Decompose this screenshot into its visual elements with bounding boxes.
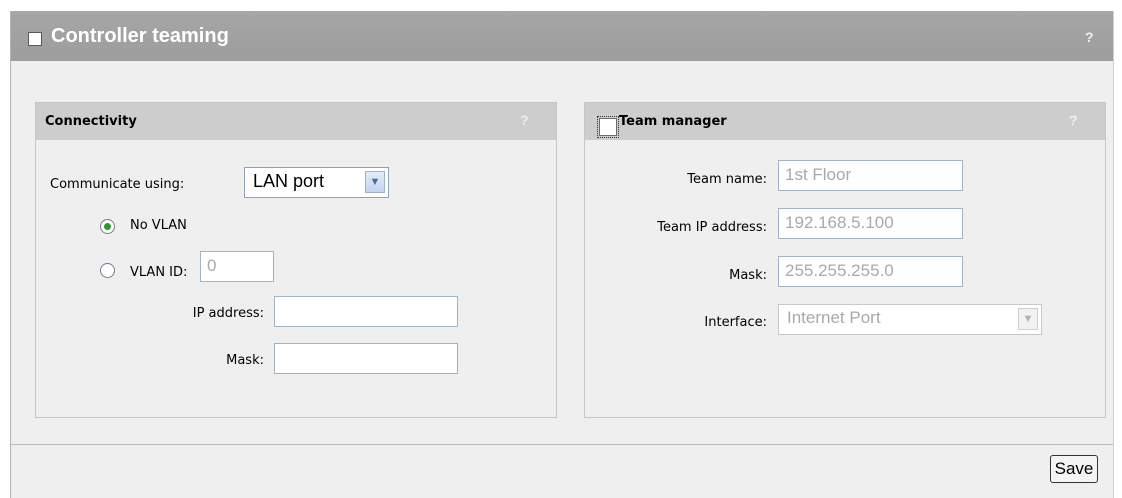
team-manager-help-icon[interactable]: ? [1069, 112, 1078, 128]
mask-label: Mask: [226, 353, 264, 368]
no-vlan-radio[interactable] [100, 219, 115, 234]
team-ip-address-input[interactable]: 192.168.5.100 [778, 208, 963, 239]
vlan-id-input[interactable]: 0 [200, 251, 274, 282]
team-name-input[interactable]: 1st Floor [778, 160, 963, 191]
team-manager-panel-title: Team manager [619, 114, 727, 129]
communicate-using-label: Communicate using: [50, 177, 185, 192]
ip-address-label: IP address: [192, 306, 264, 321]
team-manager-panel: Team manager ? Team name: 1st Floor Team… [584, 102, 1106, 418]
team-ip-address-label: Team IP address: [657, 220, 767, 235]
team-mask-input[interactable]: 255.255.255.0 [778, 256, 963, 287]
connectivity-panel-title: Connectivity [45, 114, 137, 129]
chevron-down-icon[interactable]: ▼ [1018, 308, 1038, 330]
ip-address-input[interactable] [274, 296, 458, 327]
interface-label: Interface: [704, 315, 767, 330]
chevron-down-icon[interactable]: ▼ [365, 171, 385, 193]
section-footer: Save [11, 445, 1113, 498]
section-title: Controller teaming [51, 25, 229, 47]
section-content: Connectivity ? Communicate using: LAN po… [11, 61, 1113, 445]
save-button[interactable]: Save [1050, 455, 1098, 483]
vlan-id-radio[interactable] [100, 263, 115, 278]
controller-teaming-section: Controller teaming ? Connectivity ? Comm… [10, 11, 1114, 498]
no-vlan-label: No VLAN [130, 218, 187, 233]
section-help-icon[interactable]: ? [1085, 29, 1094, 45]
connectivity-panel: Connectivity ? Communicate using: LAN po… [35, 102, 557, 418]
interface-value: Internet Port [787, 308, 881, 327]
section-header: Controller teaming ? [11, 11, 1113, 61]
communicate-using-select[interactable]: LAN port ▼ [244, 167, 389, 198]
section-checkbox-icon[interactable] [28, 32, 42, 46]
team-mask-label: Mask: [729, 268, 767, 283]
connectivity-help-icon[interactable]: ? [520, 112, 529, 128]
team-manager-panel-header: Team manager ? [585, 103, 1105, 140]
communicate-using-value: LAN port [253, 171, 325, 191]
interface-select[interactable]: Internet Port ▼ [778, 304, 1042, 335]
connectivity-panel-header: Connectivity ? [36, 103, 556, 140]
team-manager-checkbox[interactable] [597, 116, 619, 138]
vlan-id-label: VLAN ID: [130, 265, 188, 280]
mask-input[interactable] [274, 343, 458, 374]
team-name-label: Team name: [687, 172, 767, 187]
